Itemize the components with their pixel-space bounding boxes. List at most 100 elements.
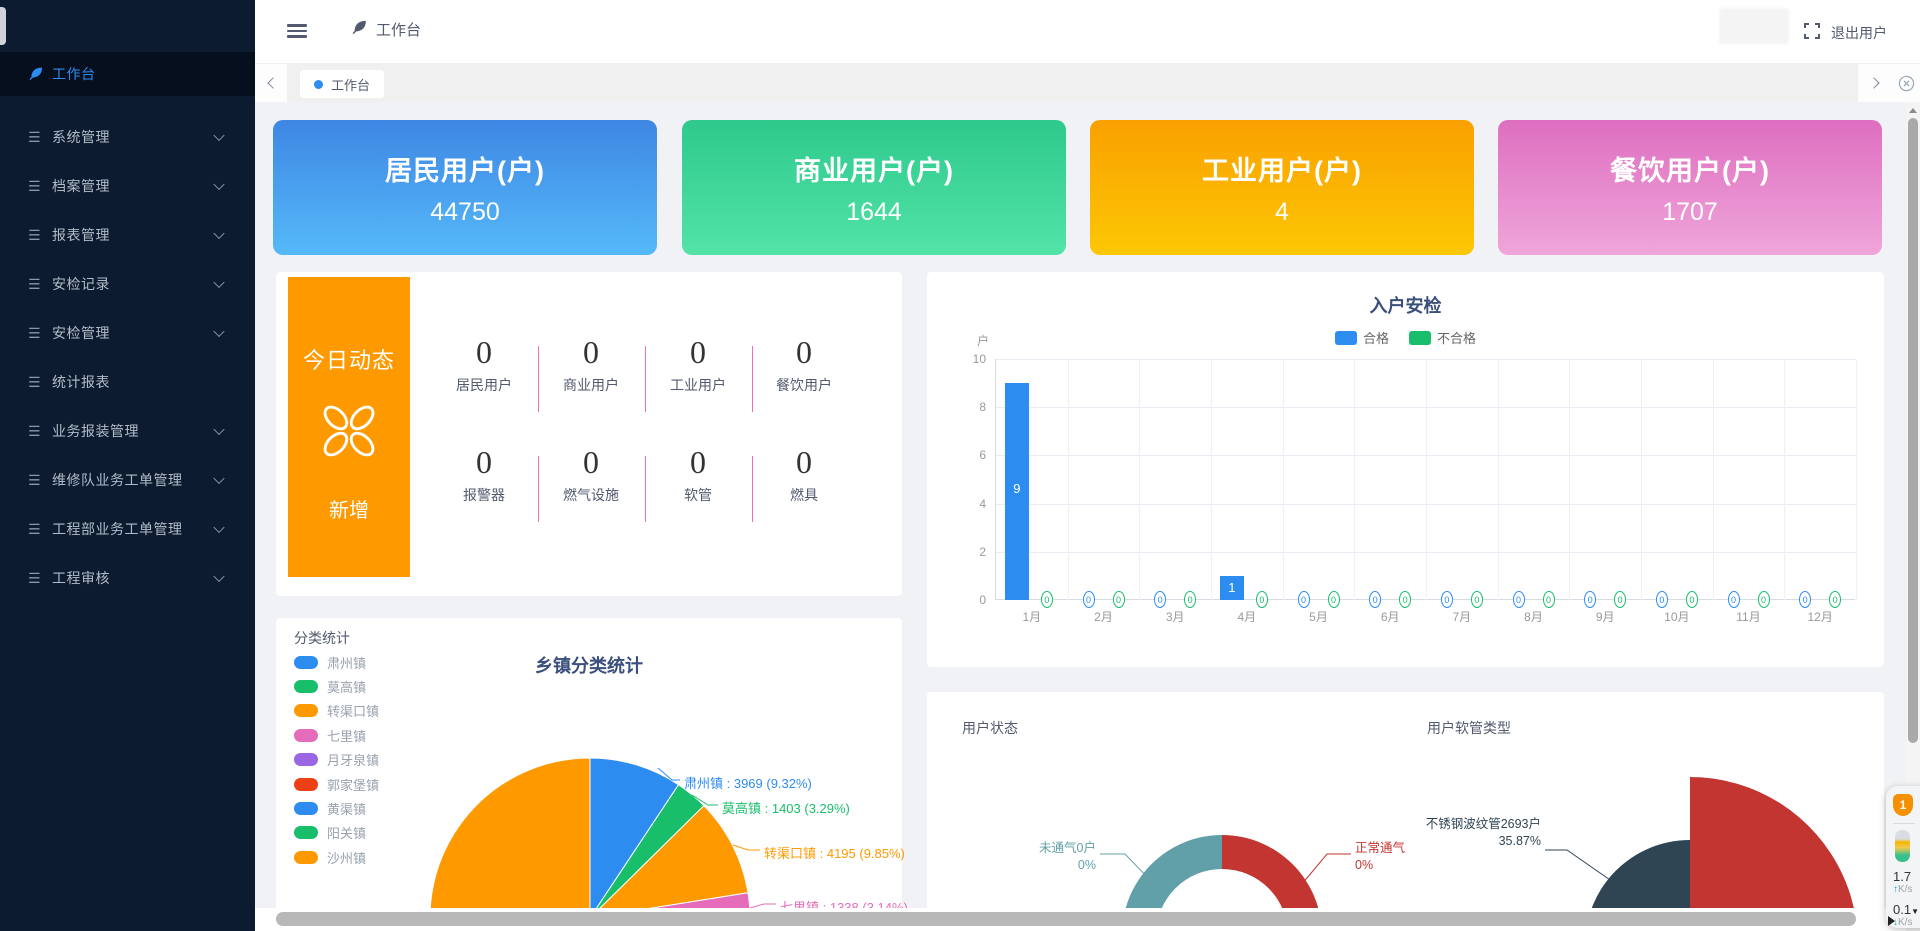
user-status-chart: 用户状态 未通气0户0%正常通气0户0% <box>927 692 1405 931</box>
pie-callout-label-1: 莫高镇 : 1403 (3.29%) <box>722 798 850 817</box>
legend-label: 不合格 <box>1437 328 1476 347</box>
today-stat-value: 0 <box>536 334 646 371</box>
gridline-v <box>1068 359 1069 600</box>
pink-divider <box>645 346 646 412</box>
today-stat-value: 0 <box>749 334 859 371</box>
menu-lines-icon: ☰ <box>28 277 44 291</box>
gridline-v <box>1569 359 1570 600</box>
sidebar-item-4[interactable]: ☰安检记录 <box>0 260 255 308</box>
zero-marker-不合格-3月: 0 <box>1184 591 1196 608</box>
tab-bar: 工作台 <box>255 64 1920 102</box>
gridline-v <box>1426 359 1427 600</box>
today-stat-1: 0商业用户 <box>536 334 646 395</box>
y-tick-label: 2 <box>956 545 986 559</box>
pink-divider <box>752 346 753 412</box>
zero-marker-合格-8月: 0 <box>1513 591 1525 608</box>
zero-marker-合格-2月: 0 <box>1083 591 1095 608</box>
main-content: 居民用户(户)44750商业用户(户)1644工业用户(户)4餐饮用户(户)17… <box>255 102 1920 931</box>
legend-item-合格[interactable]: 合格 <box>1335 328 1389 347</box>
sidebar-item-6[interactable]: ☰统计报表 <box>0 358 255 406</box>
hamburger-menu-icon[interactable] <box>287 24 307 38</box>
stat-card-title: 餐饮用户(户) <box>1610 149 1770 188</box>
caret-down-icon: ▼ <box>1911 907 1919 916</box>
gridline-v <box>1139 359 1140 600</box>
download-speed-value: 0.1 <box>1893 902 1911 917</box>
tab-label: 工作台 <box>331 75 370 94</box>
x-tick-label: 10月 <box>1647 608 1707 625</box>
today-badge-subtitle: 新增 <box>329 494 369 523</box>
gridline-v <box>1354 359 1355 600</box>
x-tick-label: 4月 <box>1217 608 1277 625</box>
today-stat-7: 0燃具 <box>749 444 859 505</box>
leaf-icon <box>28 65 44 83</box>
chevron-down-icon <box>213 326 224 337</box>
sidebar-item-5[interactable]: ☰安检管理 <box>0 309 255 357</box>
today-stat-label: 燃气设施 <box>536 485 646 505</box>
sidebar-item-7[interactable]: ☰业务报装管理 <box>0 407 255 455</box>
upload-speed-unit: K/s <box>1898 884 1912 895</box>
expand-triangle-icon[interactable] <box>1888 916 1895 926</box>
today-stat-value: 0 <box>429 334 539 371</box>
status-label-left: 未通气0户0% <box>976 840 1096 874</box>
menu-lines-icon: ☰ <box>28 179 44 193</box>
speed-monitor-widget[interactable]: 1 1.7 ↑K/s 0.1▼ ↓K/s <box>1886 786 1920 928</box>
today-stat-value: 0 <box>643 334 753 371</box>
x-tick-label: 7月 <box>1432 608 1492 625</box>
zero-marker-合格-7月: 0 <box>1441 591 1453 608</box>
legend-item-不合格[interactable]: 不合格 <box>1409 328 1476 347</box>
horizontal-scrollbar-thumb[interactable] <box>276 912 1856 926</box>
stat-card-0: 居民用户(户)44750 <box>273 120 657 255</box>
today-badge-title: 今日动态 <box>303 343 395 375</box>
scroll-up-arrow-icon[interactable] <box>1909 108 1917 113</box>
sidebar-item-label: 报表管理 <box>52 225 110 245</box>
tab-scroll-left-button[interactable] <box>255 64 287 102</box>
gridline-v <box>1856 359 1857 600</box>
pink-divider <box>538 346 539 412</box>
zero-marker-合格-3月: 0 <box>1154 591 1166 608</box>
sidebar-item-label: 档案管理 <box>52 176 110 196</box>
vertical-scrollbar-thumb[interactable] <box>1908 118 1918 743</box>
gridline-v <box>1211 359 1212 600</box>
logout-button[interactable]: 退出用户 <box>1831 23 1887 43</box>
chevron-down-icon <box>213 522 224 533</box>
sidebar-item-10[interactable]: ☰工程审核 <box>0 554 255 602</box>
sidebar-item-3[interactable]: ☰报表管理 <box>0 211 255 259</box>
zero-marker-不合格-11月: 0 <box>1758 591 1770 608</box>
today-stat-label: 餐饮用户 <box>749 375 859 395</box>
close-all-tabs-button[interactable] <box>1893 64 1920 102</box>
sidebar-item-1[interactable]: ☰系统管理 <box>0 113 255 161</box>
status-label-right: 正常通气0户0% <box>1355 840 1405 874</box>
sidebar-item-2[interactable]: ☰ 档案管理 <box>0 162 255 210</box>
vial-gauge-icon <box>1895 830 1910 862</box>
zero-marker-不合格-4月: 0 <box>1256 591 1268 608</box>
menu-lines-icon: ☰ <box>28 424 44 438</box>
sidebar-item-9[interactable]: ☰工程部业务工单管理 <box>0 505 255 553</box>
bar-chart-plot: 02468101月902月003月004月105月006月007月008月009… <box>995 359 1855 600</box>
stat-card-title: 工业用户(户) <box>1202 149 1362 188</box>
sidebar-item-8[interactable]: ☰维修队业务工单管理 <box>0 456 255 504</box>
zero-marker-不合格-6月: 0 <box>1399 591 1411 608</box>
today-stat-label: 报警器 <box>429 485 539 505</box>
menu-lines-icon: ☰ <box>28 473 44 487</box>
x-tick-label: 1月 <box>1002 608 1062 625</box>
y-tick-label: 10 <box>956 352 986 366</box>
fullscreen-icon[interactable] <box>1803 22 1821 45</box>
sidebar-top-accent <box>0 7 6 45</box>
pinwheel-icon <box>317 399 381 468</box>
zero-marker-不合格-8月: 0 <box>1543 591 1555 608</box>
hose-label: 不锈钢波纹管2693户35.87% <box>1421 816 1541 850</box>
sidebar: 工作台☰系统管理☰档案管理☰报表管理☰安检记录☰安检管理☰统计报表☰业务报装管理… <box>0 0 255 931</box>
x-tick-label: 5月 <box>1289 608 1349 625</box>
username-redacted <box>1719 8 1789 44</box>
today-stat-label: 软管 <box>643 485 753 505</box>
menu-lines-icon: ☰ <box>28 130 44 144</box>
pink-divider <box>538 456 539 522</box>
tab-scroll-right-button[interactable] <box>1858 64 1893 102</box>
sidebar-item-0[interactable]: 工作台 <box>0 52 255 96</box>
sidebar-item-label: 工程部业务工单管理 <box>52 519 183 539</box>
hose-type-chart: 用户软管类型 不锈钢波纹管2693户35.87% <box>1405 692 1884 931</box>
tab-workbench[interactable]: 工作台 <box>300 70 384 98</box>
stat-card-value: 1707 <box>1662 198 1718 227</box>
leaf-icon <box>351 18 368 40</box>
widget-divider <box>1893 823 1915 824</box>
